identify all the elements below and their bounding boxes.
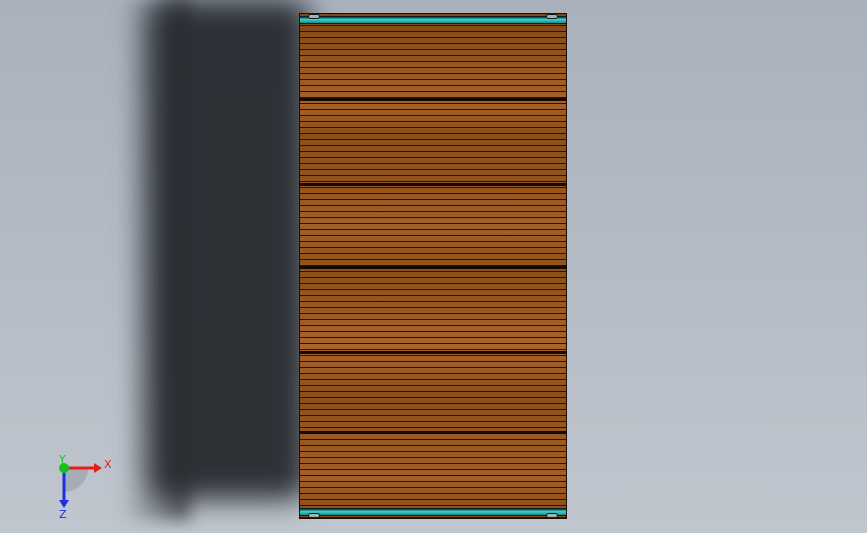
panel-seam-2 bbox=[300, 183, 566, 186]
x-axis-arrow bbox=[94, 463, 102, 473]
top-rail bbox=[300, 16, 566, 24]
bottom-right-bolt bbox=[546, 513, 558, 518]
z-axis-label: Z bbox=[59, 508, 67, 521]
triad-plane-shading bbox=[64, 468, 88, 492]
panel-seam-3 bbox=[300, 266, 566, 269]
panel-seam-5 bbox=[300, 431, 566, 434]
x-axis-label: X bbox=[104, 458, 112, 471]
y-axis-label: Y bbox=[58, 453, 66, 466]
z-axis-arrow bbox=[59, 500, 69, 508]
graphics-viewport[interactable]: X Y Z bbox=[0, 0, 867, 533]
top-left-bolt bbox=[308, 14, 320, 19]
bottom-rail bbox=[300, 508, 566, 516]
panel-seam-1 bbox=[300, 98, 566, 101]
model-shadow bbox=[150, 0, 310, 500]
panel-seam-4 bbox=[300, 351, 566, 354]
slatted-panel-model[interactable] bbox=[299, 13, 567, 519]
top-right-bolt bbox=[546, 14, 558, 19]
axis-triad: X Y Z bbox=[58, 453, 112, 521]
bottom-left-bolt bbox=[308, 513, 320, 518]
